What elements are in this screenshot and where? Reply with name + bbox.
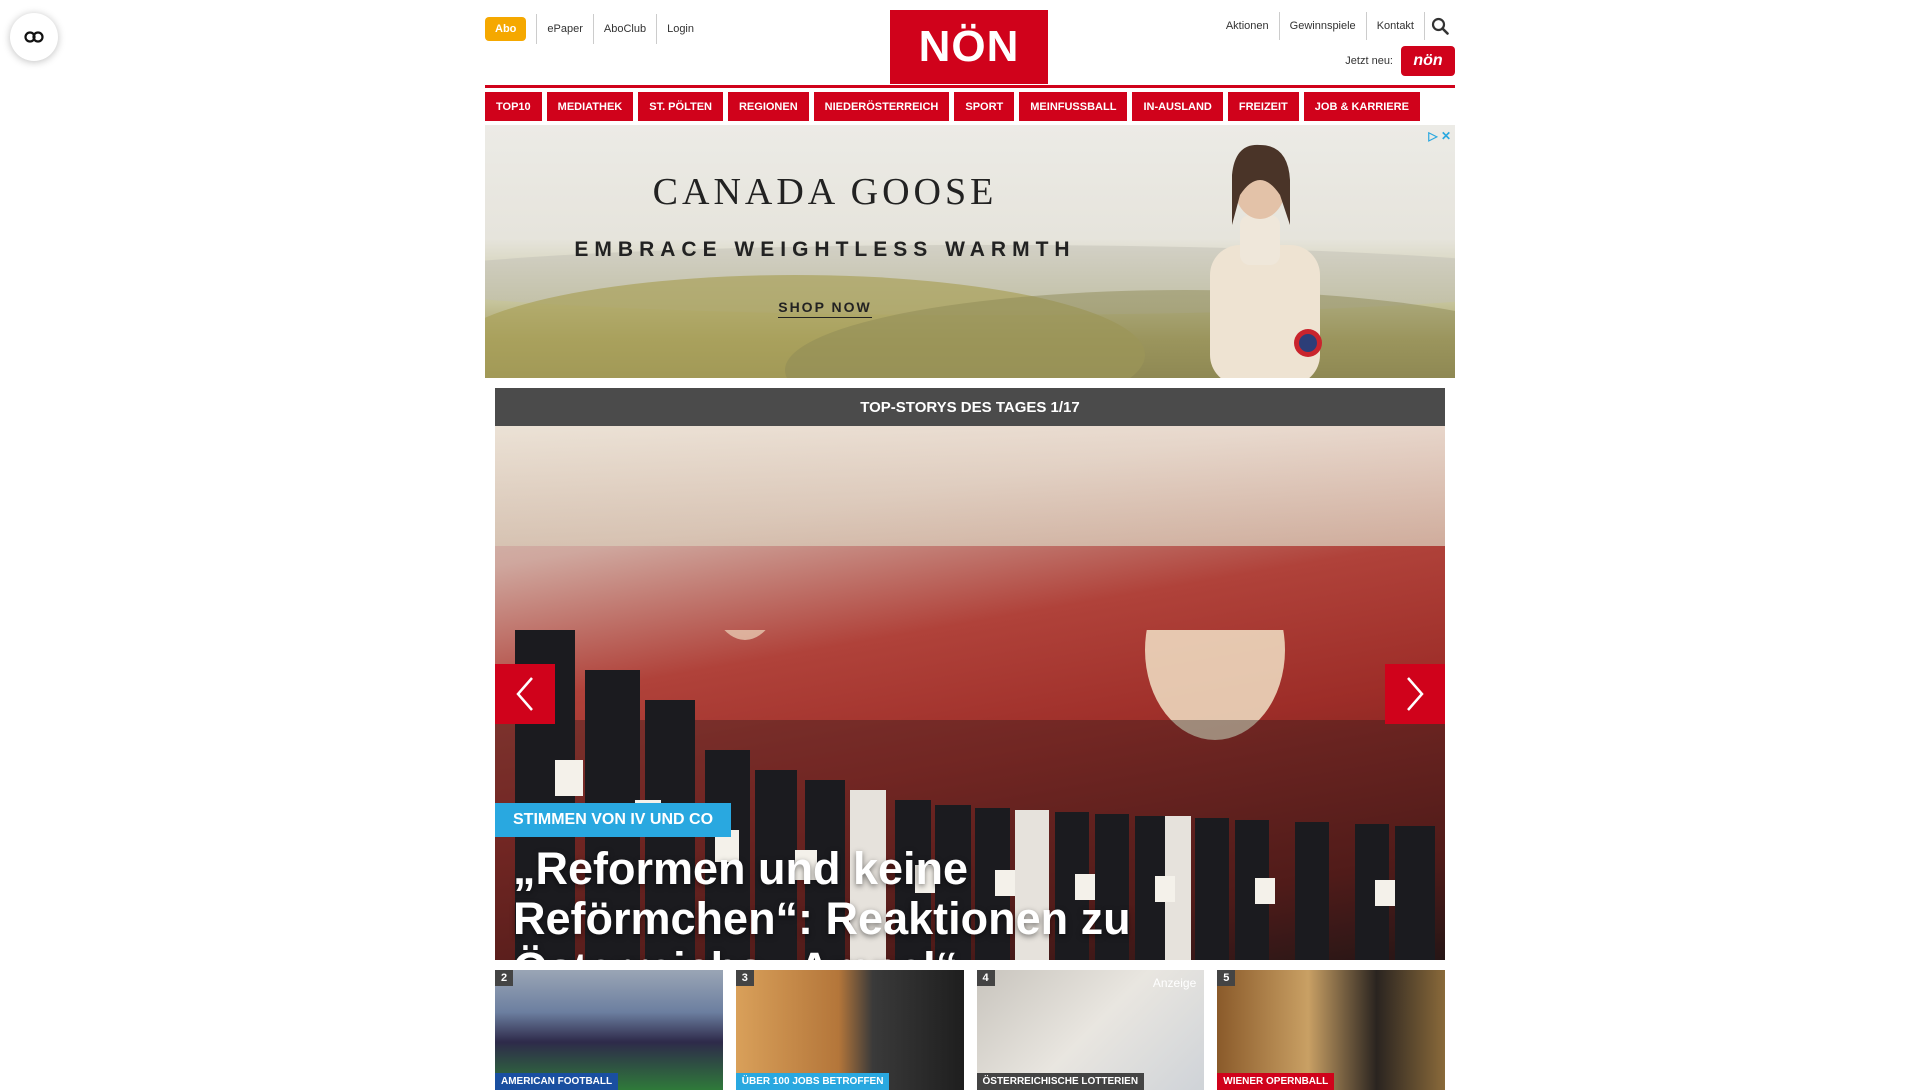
accessibility-button[interactable] [10,13,58,61]
header-right-links: Aktionen Gewinnspiele Kontakt [1216,12,1455,40]
epaper-link[interactable]: ePaper [536,14,592,44]
nav-item-niederoesterreich[interactable]: NIEDERÖSTERREICH [813,92,950,121]
search-icon [1431,17,1449,35]
story-thumb[interactable]: 4 Anzeige ÖSTERREICHISCHE LOTTERIEN [976,970,1205,1090]
ad-brand: CANADA GOOSE [652,171,998,213]
nav-item-top10[interactable]: TOP10 [485,92,542,121]
story-thumb-category: ÜBER 100 JOBS BETROFFEN [735,1073,890,1090]
ad-choices-icon[interactable]: ▷ ✕ [1428,129,1451,143]
nav-item-sport[interactable]: SPORT [954,92,1015,121]
story-thumb-number: 2 [495,970,514,986]
hero-headline[interactable]: „Reformen und keine Reförmchen“: Reaktio… [513,844,1253,961]
header-left-links: Abo ePaper AboClub Login [485,14,704,44]
ad-cta[interactable]: SHOP NOW [485,299,1165,318]
header: Abo ePaper AboClub Login NÖN Aktionen Ge… [485,0,1455,88]
story-thumb-category: WIENER OPERNBALL [1217,1073,1335,1090]
story-thumb-ad-label: Anzeige [1152,976,1197,990]
hero-image-ceiling [495,426,1445,546]
site-logo[interactable]: NÖN [890,10,1048,84]
nav-item-mediathek[interactable]: MEDIATHEK [546,92,634,121]
gewinnspiele-link[interactable]: Gewinnspiele [1280,12,1367,40]
story-thumb-number: 4 [976,970,995,986]
carousel-prev-button[interactable] [495,664,555,724]
aktionen-link[interactable]: Aktionen [1216,12,1280,40]
hero-story[interactable]: STIMMEN VON IV UND CO „Reformen und kein… [495,426,1445,960]
nav-item-regionen[interactable]: REGIONEN [727,92,809,121]
hero-category-badge[interactable]: STIMMEN VON IV UND CO [495,803,732,837]
ad-cta-label: SHOP NOW [778,299,872,318]
nav-item-meinfussball[interactable]: MEINFUSSBALL [1019,92,1128,121]
story-thumb-category: AMERICAN FOOTBALL [495,1073,619,1090]
story-thumb[interactable]: 3 ÜBER 100 JOBS BETROFFEN [735,970,964,1090]
top-stories: TOP-STORYS DES TAGES 1/17 STIMMEN VON IV… [495,388,1445,1090]
nav-item-st-poelten[interactable]: ST. PÖLTEN [638,92,723,121]
kleine-noen-logo[interactable]: nön [1401,46,1455,76]
abo-button[interactable]: Abo [485,17,527,41]
story-thumb-number: 3 [735,970,754,986]
story-thumb-category: ÖSTERREICHISCHE LOTTERIEN [976,1073,1145,1090]
search-button[interactable] [1425,12,1455,40]
nav-item-job-karriere[interactable]: JOB & KARRIERE [1303,92,1420,121]
top-stories-heading: TOP-STORYS DES TAGES 1/17 [495,388,1445,426]
story-thumb-number: 5 [1217,970,1236,986]
ad-banner[interactable]: CANADA GOOSE EMBRACE WEIGHTLESS WARMTH S… [485,125,1455,378]
jetzt-neu: Jetzt neu: nön [1345,46,1455,76]
accessibility-icon [24,31,44,43]
page-wrapper: Abo ePaper AboClub Login NÖN Aktionen Ge… [485,0,1455,1090]
nav-item-in-ausland[interactable]: IN-AUSLAND [1132,92,1223,121]
ad-model-image [1210,144,1322,378]
jetzt-neu-label: Jetzt neu: [1345,55,1393,67]
aboclub-link[interactable]: AboClub [592,14,656,44]
chevron-left-icon [516,677,533,711]
login-link[interactable]: Login [656,14,704,44]
story-thumbnails: 2 AMERICAN FOOTBALL 3 ÜBER 100 JOBS BETR… [495,970,1445,1090]
story-thumb[interactable]: 5 WIENER OPERNBALL [1217,970,1445,1090]
kontakt-link[interactable]: Kontakt [1367,12,1425,40]
chevron-right-icon [1407,677,1424,711]
ad-tagline: EMBRACE WEIGHTLESS WARMTH [574,238,1076,261]
main-nav: TOP10 MEDIATHEK ST. PÖLTEN REGIONEN NIED… [485,92,1455,121]
carousel-next-button[interactable] [1385,664,1445,724]
story-thumb[interactable]: 2 AMERICAN FOOTBALL [495,970,723,1090]
nav-item-freizeit[interactable]: FREIZEIT [1227,92,1299,121]
